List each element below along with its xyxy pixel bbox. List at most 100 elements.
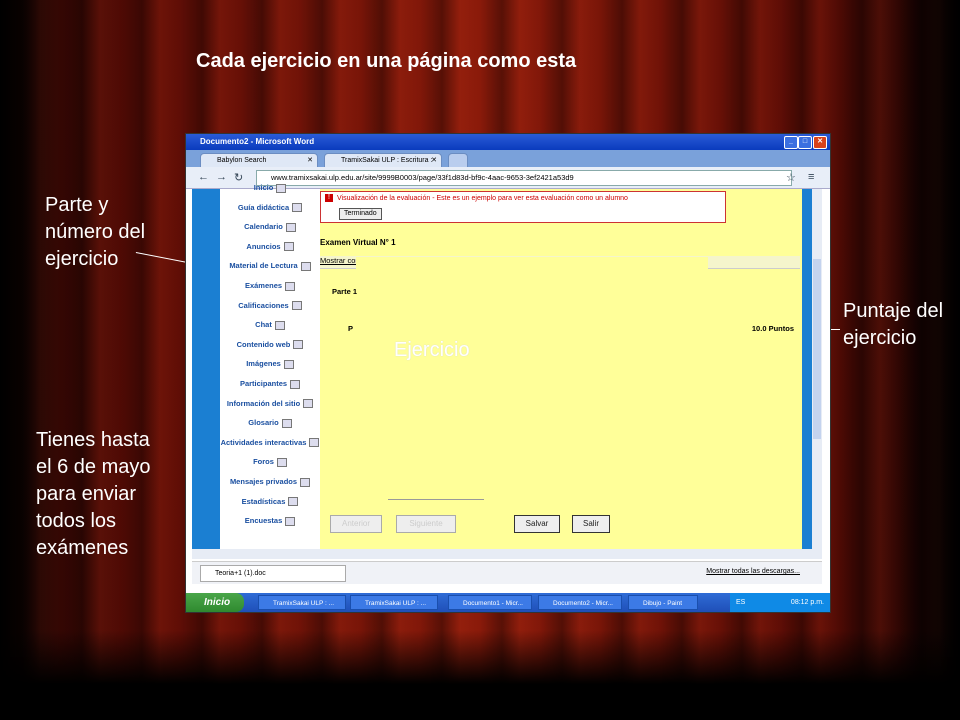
scroll-thumb[interactable] [813,259,821,439]
menu-icon [303,399,314,409]
puntos-label: 10.0 Puntos [751,324,794,333]
slide-title: Cada ejercicio en una página como esta [196,50,577,72]
menu-icon [292,203,303,213]
tab-label: Babylon Search [217,157,267,164]
exercise-overlay [356,257,708,492]
page-content: Inicio Guía didáctica Calendario Anuncios Ma… [192,183,822,549]
sidebar-item[interactable]: Chat [220,320,320,330]
ejercicio-label: Ejercicio [394,339,470,361]
sidebar-item[interactable]: Actividades interactivas [220,438,320,448]
warning-icon: ! [325,194,333,202]
sidebar-item[interactable]: Glosario [220,418,320,428]
divider [388,499,484,500]
sidebar-item-label: Estadísticas [241,496,286,506]
sidebar-item[interactable]: Encuestas [220,516,320,526]
show-all-downloads-link[interactable]: Mostrar todas las descargas... [706,568,800,575]
menu-icon [285,281,296,291]
sidebar-item[interactable]: Contenido web [220,340,320,350]
curtain-right [900,0,960,720]
tab-babylon[interactable]: Babylon Search ✕ [200,153,318,168]
menu-icon [290,379,301,389]
sidebar-item[interactable]: Foros [220,457,320,467]
sidebar-item[interactable]: Anuncios [220,242,320,252]
menu-icon [281,418,292,428]
download-file[interactable]: Teoria+1 (1).doc [200,565,346,582]
terminado-button[interactable]: Terminado [339,208,382,220]
taskbar-item[interactable]: Documento2 - Micr... [538,595,622,610]
horizontal-scrollbar[interactable] [192,549,822,559]
sidebar-item[interactable]: Participantes [220,379,320,389]
sidebar-item-label: Chat [255,320,272,330]
anterior-button[interactable]: Anterior [330,515,382,533]
close-button[interactable]: ✕ [813,136,827,149]
sidebar-item-label: Exámenes [244,281,283,290]
star-icon[interactable]: ☆ [786,171,796,184]
menu-icon [276,183,287,193]
url-input[interactable]: www.tramixsakai.ulp.edu.ar/site/9999B000… [256,170,792,186]
menu-icon [276,457,287,467]
menu-icon [293,340,304,350]
new-tab-button[interactable] [448,153,468,168]
menu-icon [309,438,320,448]
sidebar-item[interactable]: Calendario [220,222,320,232]
sidebar-item-label: Información del sitio [226,398,301,408]
window-titlebar: Documento2 - Microsoft Word _ □ ✕ [186,134,830,150]
back-icon[interactable]: ← [198,171,209,183]
taskbar-item[interactable]: Documento1 - Micr... [448,595,532,610]
sidebar-item[interactable]: Material de Lectura [220,261,320,271]
sidebar-item[interactable]: Guía didáctica [220,203,320,213]
sidebar-item-label: Mensajes privados [229,477,298,486]
tab-tramixsakai[interactable]: TramixSakai ULP : Escritura : ✕ [324,153,442,168]
menu-icon [300,477,311,487]
sidebar-item[interactable]: Inicio [220,183,320,193]
preview-alert: ! Visualización de la evaluación - Este … [320,191,726,223]
note-puntaje: Puntaje del ejercicio [843,300,944,349]
menu-icon [283,242,294,252]
note-plazo: Tienes hasta el 6 de mayo para enviar to… [36,429,151,559]
screenshot-window: Documento2 - Microsoft Word _ □ ✕ Babylo… [185,133,831,613]
sidebar-item-label: Material de Lectura [229,261,298,271]
salvar-button[interactable]: Salvar [514,515,560,533]
salir-button[interactable]: Salir [572,515,610,533]
sidebar-item[interactable]: Imágenes [220,359,320,369]
sidebar-item[interactable]: Calificaciones [220,301,320,311]
sidebar-item-label: Glosario [248,418,279,428]
taskbar-item[interactable]: TramixSakai ULP : ... [258,595,346,610]
browser-tabs: Babylon Search ✕ TramixSakai ULP : Escrit… [186,150,830,168]
sidebar-item[interactable]: Estadísticas [220,497,320,507]
language-indicator[interactable]: ES [736,593,745,612]
taskbar-item[interactable]: Dibujo - Paint [628,595,698,610]
download-bar: Teoria+1 (1).doc Mostrar todas las desca… [192,561,822,584]
close-icon[interactable]: ✕ [431,154,437,168]
siguiente-button[interactable]: Siguiente [396,515,456,533]
sidebar-item-label: Participantes [239,379,288,388]
minimize-button[interactable]: _ [784,136,798,149]
window-title: Documento2 - Microsoft Word [200,137,315,146]
menu-icon [300,261,311,271]
note-parte: Parte y número del ejercicio [45,194,146,270]
menu-icon [285,222,296,232]
menu-icon [283,359,294,369]
system-tray: ES 08:12 p.m. [730,593,830,612]
alert-text: Visualización de la evaluación - Este es… [337,195,628,202]
sidebar-item-label: Calendario [244,222,283,232]
menu-icon [274,320,285,330]
maximize-button[interactable]: □ [798,136,812,149]
sidebar-item[interactable]: Mensajes privados [220,477,320,487]
wrench-icon[interactable]: ≡ [808,171,814,183]
sidebar: Inicio Guía didáctica Calendario Anuncios Ma… [220,183,320,549]
menu-icon [291,301,302,311]
taskbar: Inicio TramixSakai ULP : ... TramixSakai… [186,593,830,612]
start-button[interactable]: Inicio [186,593,244,612]
tab-label: TramixSakai ULP : Escritura : [341,157,433,164]
forward-icon[interactable]: → [216,171,227,183]
vertical-scrollbar[interactable] [812,189,822,549]
clock: 08:12 p.m. [790,599,824,606]
curtain-left [0,0,60,720]
close-icon[interactable]: ✕ [307,154,313,168]
sidebar-item-label: Calificaciones [238,300,289,310]
sidebar-item[interactable]: Información del sitio [220,399,320,409]
parte-label: Parte 1 [332,287,358,296]
taskbar-item[interactable]: TramixSakai ULP : ... [350,595,438,610]
sidebar-item[interactable]: Exámenes [220,281,320,291]
